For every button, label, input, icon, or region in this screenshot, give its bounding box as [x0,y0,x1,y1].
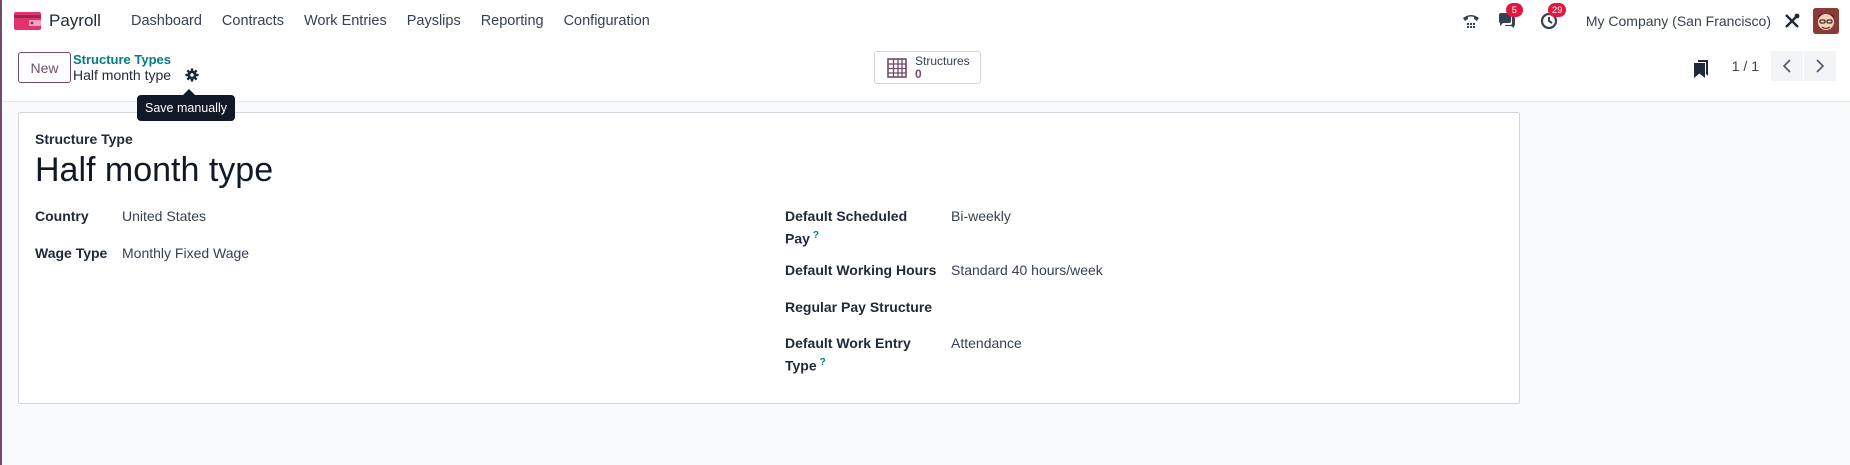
menu-payslips[interactable]: Payslips [397,13,471,29]
help-tooltip-icon[interactable]: ? [820,357,826,368]
save-manually-tooltip: Save manually [137,89,235,121]
activities-icon[interactable]: 29 [1538,3,1567,32]
smart-button-count: 0 [915,66,922,81]
wage-type-field[interactable]: Monthly Fixed Wage [122,245,249,261]
menu-contracts[interactable]: Contracts [212,13,294,29]
default-work-entry-type-label-line2: Type [785,357,817,374]
chevron-left-icon [1782,59,1791,73]
smart-button-label: Structures [915,53,970,68]
wage-type-label: Wage Type [35,245,108,261]
default-work-entry-type-label: Default Work Entry Type? [785,333,911,376]
default-scheduled-pay-label-line1: Default Scheduled [785,208,908,224]
control-panel: New Structure Types Half month type Stru… [2,42,1850,102]
gear-icon[interactable] [185,68,199,82]
menu-reporting[interactable]: Reporting [471,13,554,29]
default-work-entry-type-field[interactable]: Attendance [951,335,1022,351]
menu-work-entries[interactable]: Work Entries [294,13,397,29]
new-button[interactable]: New [18,52,71,83]
activities-badge: 29 [1547,3,1567,17]
default-scheduled-pay-label-line2: Pay [785,230,810,247]
structures-smart-button[interactable]: Structures 0 [874,51,981,84]
menu-dashboard[interactable]: Dashboard [121,13,212,29]
messages-badge: 5 [1505,3,1523,17]
record-name-field[interactable]: Half month type [35,151,273,190]
default-working-hours-field[interactable]: Standard 40 hours/week [951,262,1103,278]
regular-pay-structure-label: Regular Pay Structure [785,299,933,315]
company-switcher[interactable]: My Company (San Francisco) [1586,13,1771,29]
bookmark-icon[interactable] [1694,60,1708,78]
country-label: Country [35,208,89,224]
phone-icon[interactable] [1460,10,1482,32]
default-work-entry-type-label-line1: Default Work Entry [785,335,911,351]
pager-next-button[interactable] [1804,51,1836,81]
structure-type-label: Structure Type [35,131,133,147]
payroll-app-icon[interactable] [14,11,41,31]
pager-value[interactable]: 1 / 1 [1732,58,1759,74]
help-tooltip-icon[interactable]: ? [813,230,819,241]
country-field[interactable]: United States [122,208,206,224]
app-name[interactable]: Payroll [49,11,101,31]
regular-pay-structure-field[interactable] [951,299,1251,317]
table-grid-icon [887,57,907,78]
default-working-hours-label: Default Working Hours [785,262,937,278]
default-scheduled-pay-label: Default Scheduled Pay? [785,206,907,249]
default-scheduled-pay-field[interactable]: Bi-weekly [951,208,1011,224]
breadcrumb-structure-types[interactable]: Structure Types [73,52,171,67]
debug-tools-icon[interactable] [1781,10,1803,32]
form-sheet: Structure Type Half month type Country U… [18,112,1520,404]
messages-icon[interactable]: 5 [1496,3,1523,32]
menu-configuration[interactable]: Configuration [554,13,660,29]
pager-previous-button[interactable] [1771,51,1803,81]
pager: 1 / 1 [1732,51,1836,81]
top-navbar: Payroll Dashboard Contracts Work Entries… [2,0,1850,42]
chevron-right-icon [1816,59,1825,73]
navbar-systray: 5 29 My Company (San Francisco) [1460,0,1850,42]
user-avatar[interactable] [1813,8,1839,34]
breadcrumb-current-record: Half month type [73,67,172,83]
